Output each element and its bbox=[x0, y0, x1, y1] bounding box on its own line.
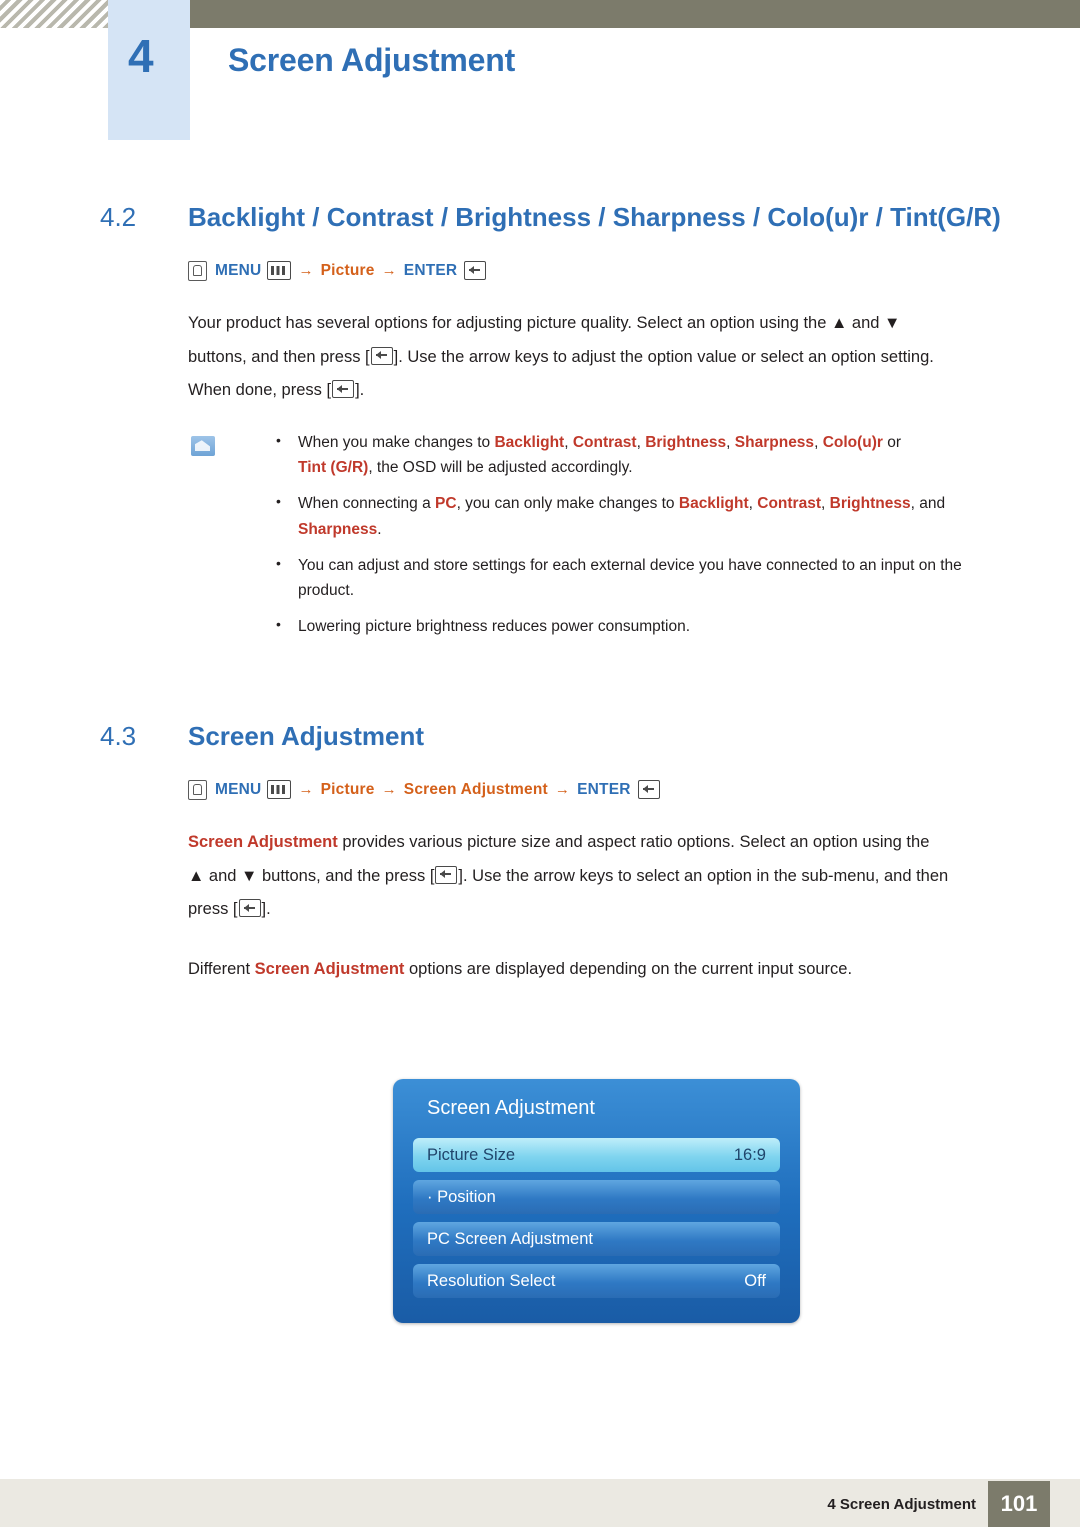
osd-row-position[interactable]: · Position bbox=[413, 1180, 780, 1214]
section-4-2-paragraph: Your product has several options for adj… bbox=[188, 307, 1010, 408]
note1-term-last: Tint (G/R) bbox=[298, 459, 369, 477]
p43-term: Screen Adjustment bbox=[188, 832, 338, 851]
note-block: When you make changes to Backlight, Cont… bbox=[188, 429, 1010, 639]
p43-f: ]. bbox=[261, 900, 271, 919]
section-4-3-number: 4.3 bbox=[100, 721, 137, 752]
p43-b: and bbox=[204, 866, 242, 885]
note-item-4: Lowering picture brightness reduces powe… bbox=[268, 613, 1010, 639]
note2-pre: When connecting a bbox=[298, 495, 436, 513]
path-arrow-3: → bbox=[554, 781, 571, 799]
menu-path-4-3: MENU → Picture → Screen Adjustment → ENT… bbox=[188, 779, 1010, 800]
hand-press-icon bbox=[188, 779, 207, 800]
enter-key-icon-inline-2 bbox=[332, 380, 355, 399]
note1-pre: When you make changes to bbox=[298, 434, 495, 452]
enter-label: ENTER bbox=[403, 261, 458, 279]
note1-mid: or bbox=[882, 434, 902, 452]
osd-screen-adjustment-menu: Screen Adjustment Picture Size 16:9 · Po… bbox=[393, 1079, 800, 1323]
page-content: 4.2 Backlight / Contrast / Brightness / … bbox=[100, 200, 1010, 987]
note1-term-2: Brightness bbox=[645, 434, 727, 452]
note2-mid: , you can only make changes to bbox=[456, 495, 679, 513]
note1-term-3: Sharpness bbox=[734, 434, 815, 452]
path-picture-label: Picture bbox=[320, 780, 375, 798]
osd-row-label: Picture Size bbox=[427, 1145, 516, 1164]
note-list: When you make changes to Backlight, Cont… bbox=[268, 429, 1010, 639]
section-4-2-heading: 4.2 Backlight / Contrast / Brightness / … bbox=[100, 200, 1010, 235]
p43-a: provides various picture size and aspect… bbox=[337, 832, 930, 851]
section-4-2: 4.2 Backlight / Contrast / Brightness / … bbox=[100, 200, 1010, 639]
p43b-b: options are displayed depending on the c… bbox=[404, 960, 853, 979]
footer-chapter-label: 4 Screen Adjustment bbox=[827, 1496, 976, 1513]
up-arrow-glyph: ▲ bbox=[830, 313, 848, 332]
menu-grid-icon bbox=[267, 780, 292, 800]
osd-row-value: 16:9 bbox=[733, 1145, 766, 1164]
para-text-a: Your product has several options for adj… bbox=[188, 313, 831, 332]
p43-d: ]. Use the arrow keys to select an optio… bbox=[458, 866, 949, 885]
osd-row-value: Off bbox=[744, 1271, 766, 1290]
section-4-3: 4.3 Screen Adjustment MENU → Picture → S… bbox=[100, 719, 1010, 987]
p43-c: buttons, and the press [ bbox=[257, 866, 435, 885]
path-screen-adjustment-label: Screen Adjustment bbox=[403, 780, 548, 798]
enter-key-icon-inline-4 bbox=[238, 899, 261, 918]
hand-press-icon bbox=[188, 260, 207, 281]
p43-down: ▼ bbox=[241, 866, 258, 885]
note2-term-2: Brightness bbox=[829, 495, 911, 513]
path-picture-label: Picture bbox=[320, 261, 375, 279]
note1-term-4: Colo(u)r bbox=[822, 434, 883, 452]
osd-row-resolution-select[interactable]: Resolution Select Off bbox=[413, 1264, 780, 1298]
note1-term-0: Backlight bbox=[494, 434, 565, 452]
para-text-d: ]. Use the arrow keys to adjust the opti… bbox=[393, 347, 934, 366]
osd-row-label: PC Screen Adjustment bbox=[427, 1229, 593, 1248]
note2-and: , and bbox=[910, 495, 946, 513]
chapter-title: Screen Adjustment bbox=[228, 42, 516, 78]
p43-e: press [ bbox=[188, 900, 238, 919]
note1-term-1: Contrast bbox=[572, 434, 637, 452]
osd-row-picture-size[interactable]: Picture Size 16:9 bbox=[413, 1138, 780, 1172]
osd-row-label: Resolution Select bbox=[427, 1271, 556, 1290]
enter-key-icon bbox=[464, 261, 487, 281]
path-arrow-1: → bbox=[298, 262, 314, 280]
enter-key-icon-inline-3 bbox=[435, 865, 458, 884]
note2-post: . bbox=[377, 520, 382, 538]
menu-label: MENU bbox=[215, 780, 262, 798]
path-arrow-1: → bbox=[298, 781, 314, 799]
para-text-f: ]. bbox=[355, 381, 365, 400]
enter-key-icon-inline-1 bbox=[370, 346, 393, 365]
menu-label: MENU bbox=[215, 261, 262, 279]
note-item-1: When you make changes to Backlight, Cont… bbox=[268, 429, 1010, 480]
note-item-3: You can adjust and store settings for ea… bbox=[268, 552, 1010, 603]
p43b-a: Different bbox=[188, 960, 255, 979]
note2-term-1: Contrast bbox=[757, 495, 821, 513]
note2-pc: PC bbox=[435, 495, 457, 513]
menu-path-4-2: MENU → Picture → ENTER bbox=[188, 260, 1010, 281]
note1-post: , the OSD will be adjusted accordingly. bbox=[368, 459, 633, 477]
para-text-e: When done, press [ bbox=[188, 381, 332, 400]
p43-up: ▲ bbox=[188, 866, 205, 885]
note2-term-last: Sharpness bbox=[298, 520, 378, 538]
note2-term-0: Backlight bbox=[678, 495, 749, 513]
para-text-c: buttons, and then press [ bbox=[188, 347, 370, 366]
osd-title: Screen Adjustment bbox=[427, 1097, 595, 1119]
path-arrow-2: → bbox=[381, 781, 397, 799]
menu-grid-icon bbox=[267, 261, 292, 281]
enter-key-icon bbox=[637, 780, 660, 800]
note-item-2: When connecting a PC, you can only make … bbox=[268, 490, 1010, 541]
section-4-3-title: Screen Adjustment bbox=[188, 721, 424, 752]
down-arrow-glyph: ▼ bbox=[884, 313, 901, 332]
path-arrow-2: → bbox=[381, 262, 397, 280]
note-image-icon bbox=[191, 436, 215, 457]
section-4-3-heading: 4.3 Screen Adjustment bbox=[100, 719, 1010, 754]
footer-page-number: 101 bbox=[988, 1481, 1050, 1527]
osd-row-label: · Position bbox=[427, 1187, 496, 1206]
header-hatch-decoration bbox=[0, 0, 108, 28]
chapter-badge: 4 bbox=[108, 0, 190, 140]
section-4-2-number: 4.2 bbox=[100, 202, 137, 232]
osd-row-pc-screen-adjustment[interactable]: PC Screen Adjustment bbox=[413, 1222, 780, 1256]
p43b-term: Screen Adjustment bbox=[254, 960, 405, 979]
para-text-b: and bbox=[847, 313, 885, 332]
section-4-2-title: Backlight / Contrast / Brightness / Shar… bbox=[188, 202, 1001, 232]
section-4-3-paragraph-2: Different Screen Adjustment options are … bbox=[188, 953, 1010, 987]
chapter-number: 4 bbox=[128, 30, 154, 82]
enter-label: ENTER bbox=[577, 780, 631, 798]
section-4-3-paragraph-1: Screen Adjustment provides various pictu… bbox=[188, 826, 1010, 927]
